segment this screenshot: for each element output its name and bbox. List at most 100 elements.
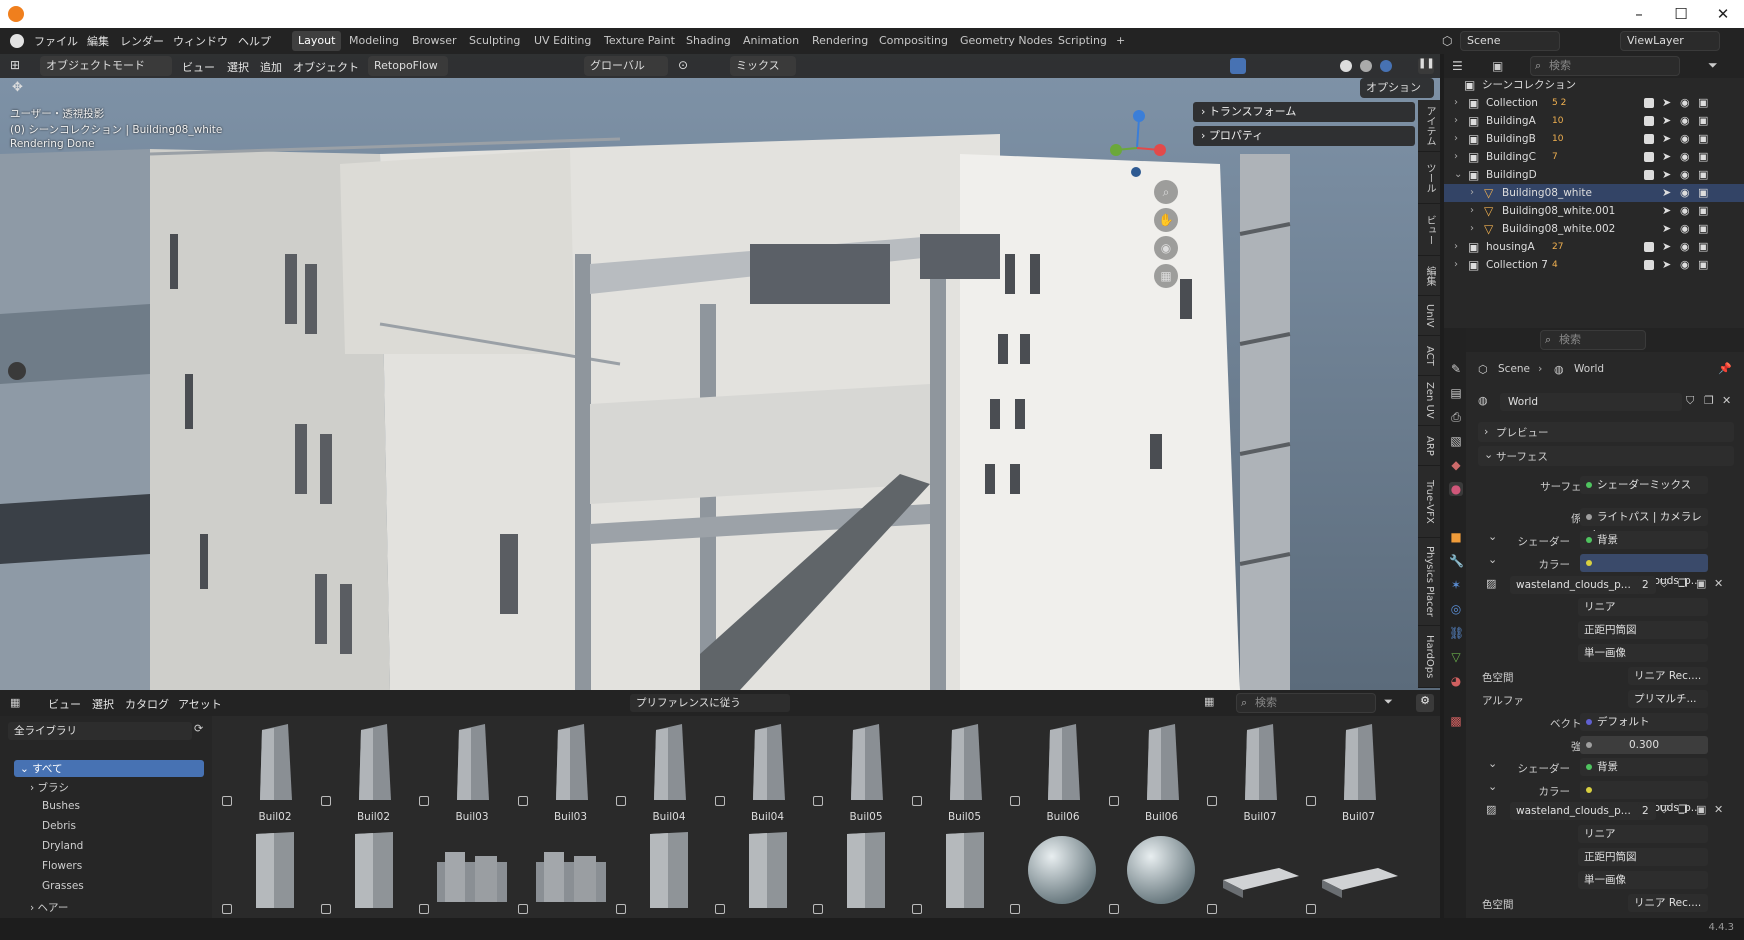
image1-users[interactable]: 2	[1638, 576, 1656, 594]
pan-hand-icon[interactable]: ✋	[1154, 208, 1178, 232]
tab-shading[interactable]: Shading	[680, 31, 737, 51]
object-tab-icon[interactable]: ■	[1449, 530, 1463, 544]
camera-render-icon[interactable]: ▣	[1698, 148, 1708, 166]
asset-menu-view[interactable]: ビュー	[48, 696, 81, 712]
color2-field[interactable]: wasteland_clouds_p...	[1580, 781, 1708, 814]
shader2-field[interactable]: 背景	[1580, 758, 1708, 776]
interpolation2-dropdown[interactable]: リニア	[1578, 825, 1708, 843]
select-arrow-icon[interactable]: ➤	[1662, 238, 1671, 256]
exclude-checkbox[interactable]	[1644, 242, 1654, 252]
side-tab-arp[interactable]: ARP	[1418, 426, 1440, 466]
asset-thumbnail[interactable]	[1219, 720, 1301, 804]
transform-orientation-dropdown[interactable]: グローバル	[584, 56, 668, 76]
chevron-right-icon[interactable]: ›	[1454, 94, 1458, 112]
eye-icon[interactable]: ◉	[1680, 238, 1690, 256]
modifier-tab-icon[interactable]: 🔧	[1449, 554, 1464, 568]
chevron-right-icon[interactable]: ›	[1470, 220, 1474, 238]
select-arrow-icon[interactable]: ➤	[1662, 202, 1671, 220]
tab-layout[interactable]: Layout	[292, 31, 342, 51]
tab-sculpting[interactable]: Sculpting	[463, 31, 526, 51]
asset-checkbox[interactable]	[222, 904, 232, 914]
asset-checkbox[interactable]	[911, 796, 922, 806]
physics-tab-icon[interactable]: ◎	[1449, 602, 1463, 616]
select-arrow-icon[interactable]: ➤	[1662, 220, 1671, 238]
asset-thumbnail[interactable]	[431, 720, 513, 804]
navigation-gizmo[interactable]	[1106, 108, 1168, 180]
catalog-item[interactable]: Flowers	[42, 860, 82, 872]
unlink-icon[interactable]: ✕	[1714, 577, 1723, 590]
asset-checkbox[interactable]	[419, 904, 429, 914]
factor-field[interactable]: ライトパス | カメラレイ	[1580, 508, 1708, 541]
material-tab-icon[interactable]: ◕	[1449, 674, 1463, 688]
outliner-row[interactable]: › ▣ Collection 7 4 ➤ ◉ ▣	[1444, 256, 1744, 274]
chevron-right-icon[interactable]: ›	[1454, 256, 1458, 274]
fake-user-icon[interactable]: ⛉	[1686, 394, 1694, 408]
chevron-right-icon[interactable]: ›	[1470, 184, 1474, 202]
asset-checkbox[interactable]	[1207, 796, 1217, 806]
vector-field[interactable]: デフォルト	[1580, 713, 1708, 731]
asset-checkbox[interactable]	[1207, 904, 1217, 914]
catalog-item[interactable]: Grasses	[42, 880, 84, 892]
asset-thumbnail[interactable]	[628, 720, 710, 804]
proportional-mix-dropdown[interactable]: ミックス	[730, 56, 796, 76]
image2-users[interactable]: 2	[1638, 802, 1656, 820]
side-tab-hardops[interactable]: HardOps	[1418, 626, 1440, 688]
unlink-icon[interactable]: ✕	[1722, 394, 1731, 407]
strength-field[interactable]: 0.300	[1580, 736, 1708, 754]
asset-checkbox[interactable]	[1010, 796, 1020, 806]
tab-uv-editing[interactable]: UV Editing	[528, 31, 597, 51]
asset-menu-asset[interactable]: アセット	[178, 696, 222, 712]
eye-icon[interactable]: ◉	[1680, 130, 1690, 148]
world-tab-icon[interactable]: ●	[1449, 482, 1463, 496]
outliner-row[interactable]: › ▽ Building08_white.001 ➤ ◉ ▣	[1444, 202, 1744, 220]
viewport-menu-add[interactable]: 追加	[260, 59, 282, 75]
scene-selector[interactable]: Scene	[1460, 31, 1560, 51]
colorspace2-dropdown[interactable]: リニア Rec....	[1628, 894, 1708, 912]
retopoflow-button[interactable]: RetopoFlow	[368, 56, 448, 76]
sidebar-toggle-icon[interactable]: ❚❚	[1418, 58, 1435, 74]
surface-section-header[interactable]: ⌄ サーフェス	[1478, 446, 1734, 466]
refresh-icon[interactable]: ⟳	[194, 722, 203, 735]
tool-tab-icon[interactable]: ✎	[1449, 362, 1463, 376]
ortho-grid-icon[interactable]: ▦	[1154, 264, 1178, 288]
scene-tab-icon[interactable]: ◆	[1449, 458, 1463, 472]
3d-viewport[interactable]	[0, 54, 1440, 690]
library-dropdown[interactable]: 全ライブラリ	[8, 722, 192, 740]
colorspace1-dropdown[interactable]: リニア Rec....	[1628, 667, 1708, 685]
asset-thumbnail[interactable]	[825, 720, 907, 804]
select-arrow-icon[interactable]: ➤	[1662, 112, 1671, 130]
asset-thumbnail[interactable]	[530, 828, 612, 910]
tab-rendering[interactable]: Rendering	[806, 31, 874, 51]
menu-file[interactable]: ファイル	[34, 33, 78, 49]
asset-thumbnail[interactable]	[1219, 828, 1301, 910]
asset-thumbnail[interactable]	[825, 828, 907, 910]
select-arrow-icon[interactable]: ➤	[1662, 94, 1671, 112]
chevron-right-icon[interactable]: ›	[1454, 148, 1458, 166]
unlink-icon[interactable]: ✕	[1714, 803, 1723, 816]
duplicate-icon[interactable]: ❐	[1678, 577, 1688, 590]
duplicate-icon[interactable]: ❐	[1678, 803, 1688, 816]
catalog-item[interactable]: Dryland	[42, 840, 83, 852]
asset-editor-type-icon[interactable]: ▦	[10, 696, 20, 709]
overlay-icon[interactable]	[1230, 58, 1246, 74]
asset-thumbnail[interactable]	[1318, 720, 1400, 804]
fake-user-icon[interactable]: ⛉	[1660, 803, 1668, 817]
exclude-checkbox[interactable]	[1644, 98, 1654, 108]
viewlayer-selector[interactable]: ViewLayer	[1620, 31, 1720, 51]
asset-thumbnail[interactable]	[727, 828, 809, 910]
eye-icon[interactable]: ◉	[1680, 202, 1690, 220]
side-tab-act[interactable]: ACT	[1418, 336, 1440, 376]
asset-thumbnail[interactable]	[234, 828, 316, 910]
select-arrow-icon[interactable]: ➤	[1662, 148, 1671, 166]
catalog-item[interactable]: › ブラシ	[30, 780, 69, 795]
asset-checkbox[interactable]	[616, 904, 626, 914]
exclude-checkbox[interactable]	[1644, 170, 1654, 180]
editor-type-icon[interactable]: ⊞	[10, 58, 20, 72]
asset-checkbox[interactable]	[1305, 904, 1316, 914]
interpolation-dropdown[interactable]: リニア	[1578, 598, 1708, 616]
tab-modeling[interactable]: Modeling	[343, 31, 405, 51]
asset-menu-catalog[interactable]: カタログ	[125, 696, 169, 712]
asset-thumbnail[interactable]	[1318, 828, 1400, 910]
tab-scripting[interactable]: Scripting	[1052, 31, 1113, 51]
asset-thumbnail[interactable]	[1022, 720, 1104, 804]
